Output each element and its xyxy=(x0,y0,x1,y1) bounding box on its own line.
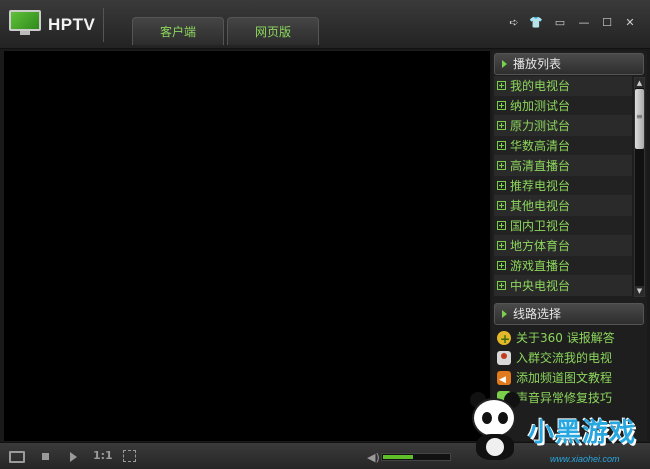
title-bar: HPTV 客户端 网页版 ➪ 👕 ▭ — ☐ ✕ xyxy=(0,0,650,49)
scroll-thumb[interactable] xyxy=(635,89,644,149)
route-header[interactable]: 线路选择 xyxy=(494,303,644,325)
playlist-item-label: 其他电视台 xyxy=(510,199,571,213)
playlist-item[interactable]: 中央电视台 xyxy=(494,276,632,296)
playlist-item-label: 国内卫视台 xyxy=(510,219,571,233)
expand-plus-icon[interactable] xyxy=(497,221,506,230)
fullscreen-icon[interactable] xyxy=(123,450,136,462)
tab-web[interactable]: 网页版 xyxy=(227,17,319,45)
expand-plus-icon[interactable] xyxy=(497,261,506,270)
playlist-item-label: 推荐电视台 xyxy=(510,179,571,193)
scroll-down-icon[interactable]: ▼ xyxy=(635,286,644,296)
playlist-item[interactable]: 我的电视台 xyxy=(494,76,632,96)
route-header-label: 线路选择 xyxy=(513,307,562,321)
expand-plus-icon[interactable] xyxy=(497,281,506,290)
playlist-item-label: 原力测试台 xyxy=(510,119,571,133)
title-divider xyxy=(103,8,104,42)
tv-logo-icon xyxy=(9,10,41,36)
expand-plus-icon[interactable] xyxy=(497,181,506,190)
playlist-header[interactable]: 播放列表 xyxy=(494,53,644,75)
sidebar: 播放列表 我的电视台 纳加测试台 原力测试台 华数高清台 高清直播台 推荐电视台… xyxy=(492,51,647,441)
link-label: 关于360 误报解答 xyxy=(516,331,615,345)
stop-icon[interactable] xyxy=(42,453,49,460)
playlist-header-label: 播放列表 xyxy=(513,57,562,71)
link-label: 入群交流我的电视 xyxy=(516,351,613,365)
playlist-item-label: 我的电视台 xyxy=(510,79,571,93)
playlist-item[interactable]: 推荐电视台 xyxy=(494,176,632,196)
link-item[interactable]: 关于360 误报解答 xyxy=(494,328,644,349)
minimize-icon[interactable]: — xyxy=(576,15,592,31)
link-label: 声音异常修复技巧 xyxy=(516,391,613,405)
volume-level xyxy=(383,455,413,459)
playlist-item-label: 华数高清台 xyxy=(510,139,571,153)
speaker-icon xyxy=(497,370,511,390)
playlist-item[interactable]: 高清直播台 xyxy=(494,156,632,176)
playlist-item-label: 中央电视台 xyxy=(510,279,571,293)
volume-icon[interactable]: ◀) xyxy=(367,451,380,464)
playlist-item[interactable]: 纳加测试台 xyxy=(494,96,632,116)
group-icon xyxy=(497,351,511,365)
playlist-item-label: 高清直播台 xyxy=(510,159,571,173)
app-title: HPTV xyxy=(48,15,96,34)
link-item[interactable]: 添加频道图文教程 xyxy=(494,368,644,390)
screen-mode-icon[interactable] xyxy=(9,451,25,463)
expand-plus-icon[interactable] xyxy=(497,81,506,90)
playlist-item[interactable]: 国内卫视台 xyxy=(494,216,632,236)
help-links: 关于360 误报解答 入群交流我的电视 添加频道图文教程 声音异常修复技巧 xyxy=(494,328,644,408)
playlist-item[interactable]: 地方体育台 xyxy=(494,236,632,256)
playlist-item[interactable]: 游戏直播台 xyxy=(494,256,632,276)
playlist-item-label: 游戏直播台 xyxy=(510,259,571,273)
playlist-item[interactable]: 原力测试台 xyxy=(494,116,632,136)
expand-plus-icon[interactable] xyxy=(497,101,506,110)
link-item[interactable]: 声音异常修复技巧 xyxy=(494,388,644,408)
play-icon[interactable] xyxy=(70,452,77,462)
aspect-ratio-button[interactable]: 1:1 xyxy=(93,448,113,464)
expand-plus-icon[interactable] xyxy=(497,121,506,130)
playlist-item-label: 地方体育台 xyxy=(510,239,571,253)
close-icon[interactable]: ✕ xyxy=(622,15,638,31)
expand-plus-icon[interactable] xyxy=(497,241,506,250)
expand-plus-icon[interactable] xyxy=(497,201,506,210)
expand-arrow-icon xyxy=(502,60,507,68)
star-plus-icon xyxy=(497,329,511,349)
link-item[interactable]: 入群交流我的电视 xyxy=(494,348,644,368)
video-area[interactable] xyxy=(4,51,490,441)
playlist-item[interactable]: 华数高清台 xyxy=(494,136,632,156)
link-label: 添加频道图文教程 xyxy=(516,371,613,385)
playlist-scrollbar[interactable]: ▲ ▼ xyxy=(634,77,645,297)
expand-plus-icon[interactable] xyxy=(497,141,506,150)
share-icon[interactable]: ➪ xyxy=(506,15,522,31)
playlist-item[interactable]: 其他电视台 xyxy=(494,196,632,216)
control-bar: 1:1 ◀) xyxy=(0,442,650,469)
volume-slider[interactable] xyxy=(381,453,451,461)
tab-client[interactable]: 客户端 xyxy=(132,17,224,45)
playlist-item-label: 纳加测试台 xyxy=(510,99,571,113)
file-icon xyxy=(497,391,511,405)
expand-arrow-icon xyxy=(502,310,507,318)
playlist: 我的电视台 纳加测试台 原力测试台 华数高清台 高清直播台 推荐电视台 其他电视… xyxy=(494,76,632,296)
shirt-skin-icon[interactable]: 👕 xyxy=(528,15,544,31)
scroll-up-icon[interactable]: ▲ xyxy=(635,78,644,88)
maximize-icon[interactable]: ☐ xyxy=(599,15,615,31)
menu-icon[interactable]: ▭ xyxy=(552,15,568,31)
expand-plus-icon[interactable] xyxy=(497,161,506,170)
